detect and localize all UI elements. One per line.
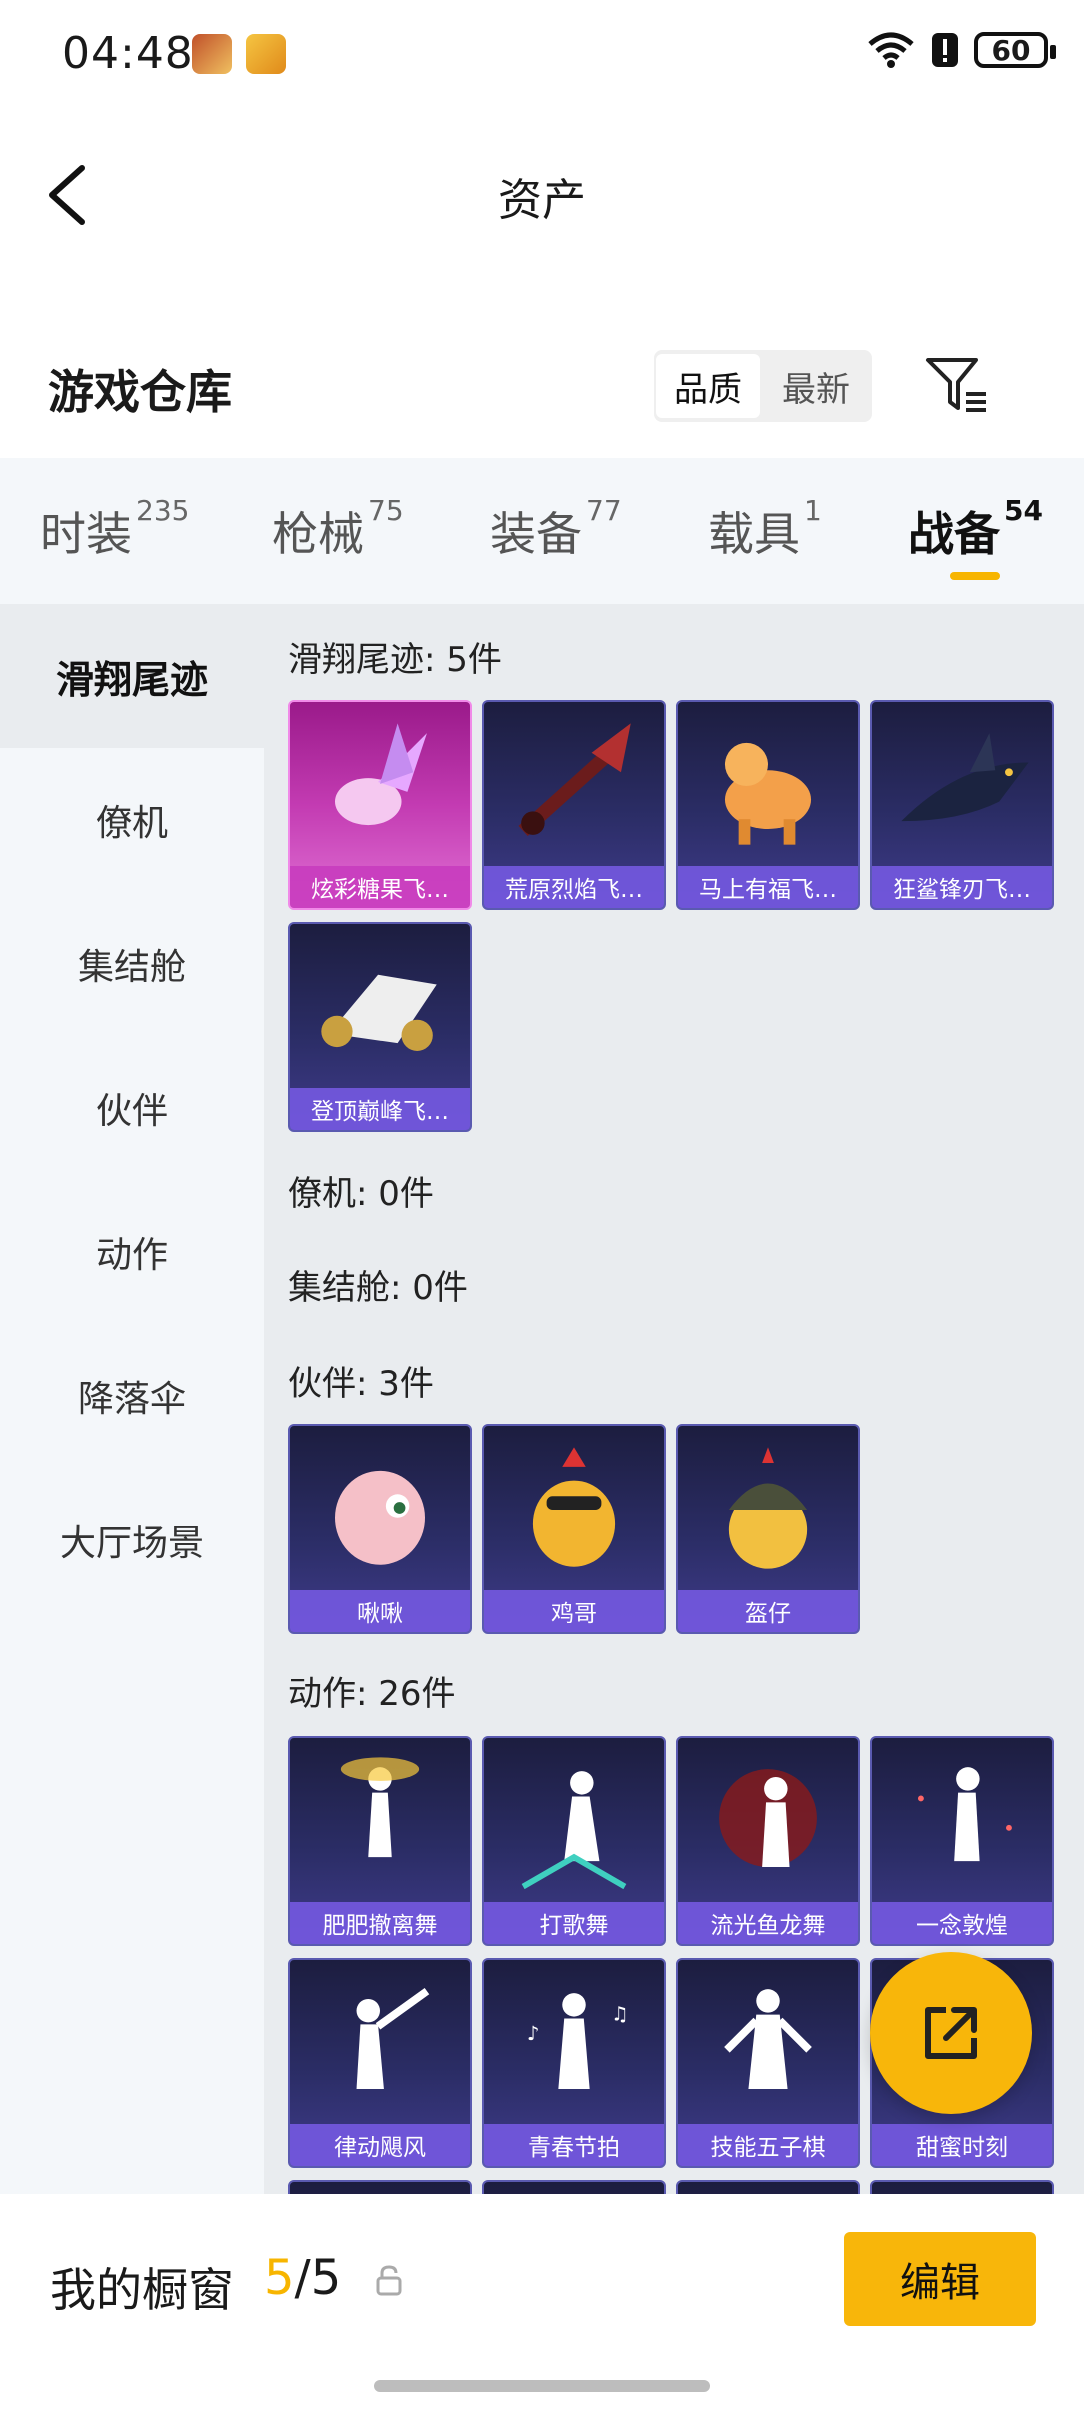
battery-alert-icon <box>932 33 958 67</box>
svg-text:♪: ♪ <box>527 2022 539 2045</box>
item-card[interactable] <box>676 2180 860 2194</box>
share-button[interactable] <box>870 1952 1032 2114</box>
group-title-glide: 滑翔尾迹: 5件 <box>288 640 502 680</box>
helmet-chick-image <box>728 1447 808 1569</box>
item-card[interactable]: 马上有福飞… <box>676 700 860 910</box>
item-card[interactable] <box>482 2180 666 2194</box>
tab-battle-gear[interactable]: 战备 54 <box>908 494 1043 564</box>
item-label: 狂鲨锋刃飞… <box>872 866 1052 908</box>
tab-vehicles[interactable]: 载具 1 <box>708 494 822 564</box>
category-tabs: 时装 235 枪械 75 装备 77 载具 1 战备 54 <box>0 458 1084 604</box>
item-label: 鸡哥 <box>484 1590 664 1632</box>
group-title-wingman: 僚机: 0件 <box>288 1174 434 1214</box>
item-label: 打歌舞 <box>484 1902 664 1944</box>
dance-figure-image <box>917 1767 1012 1862</box>
battery-indicator: 60 <box>974 32 1056 68</box>
flame-glider-image <box>518 723 631 837</box>
svg-text:♫: ♫ <box>611 2002 629 2025</box>
item-label: 荒原烈焰飞… <box>484 866 664 908</box>
item-card[interactable]: 一念敦煌 <box>870 1736 1054 1946</box>
item-label: 律动飓风 <box>290 2124 470 2166</box>
showcase-title: 我的橱窗 <box>50 2263 234 2317</box>
share-icon <box>925 2007 977 2059</box>
item-label: 炫彩糖果飞… <box>290 866 470 908</box>
lock-icon <box>376 2265 402 2296</box>
section-title: 游戏仓库 <box>48 365 232 419</box>
tab-guns[interactable]: 枪械 75 <box>272 494 404 564</box>
dance-figure-image <box>724 1989 812 2089</box>
group-title-partner: 伙伴: 3件 <box>288 1364 434 1404</box>
candy-glider-image <box>335 723 427 826</box>
item-card[interactable] <box>288 2180 472 2194</box>
item-label: 技能五子棋 <box>678 2124 858 2166</box>
sidebar-item-capsule[interactable]: 集结舱 <box>0 892 264 1036</box>
item-card[interactable]: 鸡哥 <box>482 1424 666 1634</box>
sort-by-latest[interactable]: 最新 <box>764 354 868 418</box>
item-label: 马上有福飞… <box>678 866 858 908</box>
sidebar-item-action[interactable]: 动作 <box>0 1180 264 1324</box>
app-notification-icon <box>192 34 232 74</box>
item-label: 肥肥撤离舞 <box>290 1902 470 1944</box>
page-title: 资产 <box>498 175 586 226</box>
sort-toggle: 品质 最新 <box>654 350 872 422</box>
item-label: 一念敦煌 <box>872 1902 1052 1944</box>
chicken-image <box>532 1447 616 1567</box>
item-card[interactable]: 肥肥撤离舞 <box>288 1736 472 1946</box>
item-card[interactable]: ♪ ♫ 青春节拍 <box>482 1958 666 2168</box>
wifi-icon <box>868 32 914 68</box>
sidebar-item-lobby-scene[interactable]: 大厅场景 <box>0 1468 264 1612</box>
active-tab-indicator <box>950 572 1000 580</box>
pink-bird-image <box>335 1470 425 1565</box>
item-card[interactable]: 登顶巅峰飞… <box>288 922 472 1132</box>
item-label: 流光鱼龙舞 <box>678 1902 858 1944</box>
item-card[interactable]: 技能五子棋 <box>676 1958 860 2168</box>
filter-icon[interactable] <box>924 356 990 416</box>
tab-fashion[interactable]: 时装 235 <box>40 494 189 564</box>
sidebar-item-parachute[interactable]: 降落伞 <box>0 1324 264 1468</box>
status-bar: 04:48 60 <box>0 0 1084 110</box>
dance-figure-image <box>356 1987 430 2089</box>
item-card[interactable]: 流光鱼龙舞 <box>676 1736 860 1946</box>
item-card[interactable]: 炫彩糖果飞… <box>288 700 472 910</box>
dance-figure-image <box>719 1769 817 1867</box>
item-card[interactable]: 盔仔 <box>676 1424 860 1634</box>
item-label: 盔仔 <box>678 1590 858 1632</box>
sidebar: 滑翔尾迹 僚机 集结舱 伙伴 动作 降落伞 大厅场景 <box>0 604 264 2194</box>
home-indicator[interactable] <box>374 2380 710 2392</box>
item-label: 啾啾 <box>290 1590 470 1632</box>
dance-figure-image <box>340 1757 420 1858</box>
peak-glider-image <box>321 974 437 1051</box>
sidebar-item-wingman[interactable]: 僚机 <box>0 748 264 892</box>
shark-glider-image <box>901 733 1029 822</box>
status-time: 04:48 <box>62 28 194 79</box>
item-card[interactable]: 荒原烈焰飞… <box>482 700 666 910</box>
item-card[interactable] <box>870 2180 1054 2194</box>
item-label: 甜蜜时刻 <box>872 2124 1052 2166</box>
sort-by-quality[interactable]: 品质 <box>656 354 760 418</box>
showcase-count: 5/5 <box>264 2250 342 2306</box>
group-title-action: 动作: 26件 <box>288 1674 456 1714</box>
horse-glider-image <box>724 742 812 845</box>
title-bar: 资产 <box>0 140 1084 250</box>
tab-equipment[interactable]: 装备 77 <box>490 494 622 564</box>
item-label: 青春节拍 <box>484 2124 664 2166</box>
edit-button[interactable]: 编辑 <box>844 2232 1036 2326</box>
sidebar-item-partner[interactable]: 伙伴 <box>0 1036 264 1180</box>
group-title-capsule: 集结舱: 0件 <box>288 1268 468 1308</box>
dance-figure-image: ♪♫ <box>527 1993 629 2089</box>
sidebar-item-glide-trail[interactable]: 滑翔尾迹 <box>0 604 264 748</box>
app-notification-icon <box>246 34 286 74</box>
item-card[interactable]: 律动飓风 <box>288 1958 472 2168</box>
item-card[interactable]: 狂鲨锋刃飞… <box>870 700 1054 910</box>
item-card[interactable]: 打歌舞 <box>482 1736 666 1946</box>
dance-figure-image <box>521 1771 627 1890</box>
item-card[interactable]: 啾啾 <box>288 1424 472 1634</box>
item-label: 登顶巅峰飞… <box>290 1088 470 1130</box>
